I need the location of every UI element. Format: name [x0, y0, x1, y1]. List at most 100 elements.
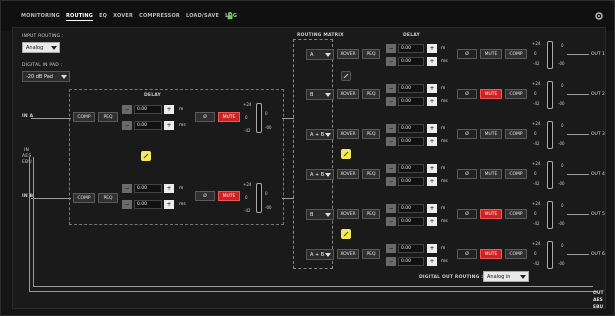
delay-m-minus-1[interactable]: − — [386, 44, 396, 53]
delay-ms-minus-6[interactable]: − — [386, 257, 396, 266]
in-b-delay-m-minus[interactable]: − — [122, 184, 132, 193]
delay-m-minus-6[interactable]: − — [386, 244, 396, 253]
digital-out-select[interactable]: Analog in — [483, 271, 529, 282]
peq-button-1[interactable]: PEQ — [362, 49, 380, 59]
delay-m-field-5[interactable]: 0.00 — [398, 204, 424, 213]
in-a-delay-ms-minus[interactable]: − — [122, 121, 132, 130]
link-button-5[interactable] — [341, 229, 351, 239]
comp-button-4[interactable]: COMP — [505, 169, 527, 179]
in-a-delay-ms-plus[interactable]: + — [164, 121, 174, 130]
delay-m-field-2[interactable]: 0.00 — [398, 84, 424, 93]
comp-button-5[interactable]: COMP — [505, 209, 527, 219]
xover-button-5[interactable]: XOVER — [337, 209, 359, 219]
delay-ms-plus-3[interactable]: + — [427, 137, 437, 146]
delay-m-field-3[interactable]: 0.00 — [398, 124, 424, 133]
in-b-delay-ms-minus[interactable]: − — [122, 200, 132, 209]
delay-ms-field-4[interactable]: 0.00 — [398, 177, 424, 186]
xover-button-1[interactable]: XOVER — [337, 49, 359, 59]
menu-compressor[interactable]: COMPRESSOR — [139, 13, 180, 21]
delay-ms-minus-5[interactable]: − — [386, 217, 396, 226]
phase-button-5[interactable]: Ø — [457, 209, 477, 219]
delay-m-plus-6[interactable]: + — [427, 244, 437, 253]
delay-ms-plus-2[interactable]: + — [427, 97, 437, 106]
source-select-6[interactable]: A + B — [306, 249, 334, 260]
in-a-delay-m-field[interactable]: 0.00 — [134, 105, 162, 114]
mute-button-6[interactable]: MUTE — [480, 249, 502, 259]
delay-ms-field-3[interactable]: 0.00 — [398, 137, 424, 146]
delay-ms-minus-4[interactable]: − — [386, 177, 396, 186]
delay-m-field-1[interactable]: 0.00 — [398, 44, 424, 53]
link-button-3[interactable] — [341, 149, 351, 159]
phase-button-2[interactable]: Ø — [457, 89, 477, 99]
peq-button-3[interactable]: PEQ — [362, 129, 380, 139]
menu-routing[interactable]: ROUTING — [65, 13, 94, 21]
delay-ms-plus-5[interactable]: + — [427, 217, 437, 226]
source-select-3[interactable]: A + B — [306, 129, 334, 140]
menu-xover[interactable]: XOVER — [113, 13, 133, 21]
in-a-delay-ms-field[interactable]: 0.00 — [134, 121, 162, 130]
delay-m-plus-2[interactable]: + — [427, 84, 437, 93]
delay-m-minus-5[interactable]: − — [386, 204, 396, 213]
delay-m-plus-5[interactable]: + — [427, 204, 437, 213]
source-select-4[interactable]: A + B — [306, 169, 334, 180]
digital-in-pad-select[interactable]: -20 dB Pad — [22, 71, 70, 82]
peq-button-4[interactable]: PEQ — [362, 169, 380, 179]
xover-button-2[interactable]: XOVER — [337, 89, 359, 99]
in-b-comp-button[interactable]: COMP — [73, 193, 95, 203]
comp-button-1[interactable]: COMP — [505, 49, 527, 59]
source-select-5[interactable]: B — [306, 209, 334, 220]
delay-m-plus-1[interactable]: + — [427, 44, 437, 53]
phase-button-4[interactable]: Ø — [457, 169, 477, 179]
in-b-mute-button[interactable]: MUTE — [218, 191, 240, 201]
in-b-delay-m-plus[interactable]: + — [164, 184, 174, 193]
delay-ms-field-2[interactable]: 0.00 — [398, 97, 424, 106]
in-a-phase-button[interactable]: Ø — [195, 112, 215, 122]
in-a-comp-button[interactable]: COMP — [73, 112, 95, 122]
xover-button-6[interactable]: XOVER — [337, 249, 359, 259]
comp-button-6[interactable]: COMP — [505, 249, 527, 259]
delay-m-minus-3[interactable]: − — [386, 124, 396, 133]
mute-button-3[interactable]: MUTE — [480, 129, 502, 139]
phase-button-1[interactable]: Ø — [457, 49, 477, 59]
comp-button-2[interactable]: COMP — [505, 89, 527, 99]
delay-m-plus-3[interactable]: + — [427, 124, 437, 133]
mute-button-2[interactable]: MUTE — [480, 89, 502, 99]
in-a-delay-m-plus[interactable]: + — [164, 105, 174, 114]
phase-button-3[interactable]: Ø — [457, 129, 477, 139]
mute-button-5[interactable]: MUTE — [480, 209, 502, 219]
menu-load-save[interactable]: LOAD/SAVE — [186, 13, 219, 21]
xover-button-4[interactable]: XOVER — [337, 169, 359, 179]
gear-icon[interactable] — [594, 11, 604, 21]
menu-eq[interactable]: EQ — [99, 13, 107, 21]
peq-button-2[interactable]: PEQ — [362, 89, 380, 99]
mute-button-1[interactable]: MUTE — [480, 49, 502, 59]
source-select-2[interactable]: B — [306, 89, 334, 100]
delay-m-field-6[interactable]: 0.00 — [398, 244, 424, 253]
xover-button-3[interactable]: XOVER — [337, 129, 359, 139]
in-b-phase-button[interactable]: Ø — [195, 191, 215, 201]
mute-button-4[interactable]: MUTE — [480, 169, 502, 179]
in-a-mute-button[interactable]: MUTE — [218, 112, 240, 122]
phase-button-6[interactable]: Ø — [457, 249, 477, 259]
comp-button-3[interactable]: COMP — [505, 129, 527, 139]
in-b-delay-ms-field[interactable]: 0.00 — [134, 200, 162, 209]
delay-m-plus-4[interactable]: + — [427, 164, 437, 173]
delay-ms-plus-4[interactable]: + — [427, 177, 437, 186]
in-a-peq-button[interactable]: PEQ — [98, 112, 118, 122]
link-ab-button[interactable] — [141, 151, 151, 161]
lock-icon[interactable] — [226, 12, 234, 20]
delay-m-minus-4[interactable]: − — [386, 164, 396, 173]
delay-ms-field-1[interactable]: 0.00 — [398, 57, 424, 66]
in-a-delay-m-minus[interactable]: − — [122, 105, 132, 114]
delay-ms-field-5[interactable]: 0.00 — [398, 217, 424, 226]
delay-ms-plus-1[interactable]: + — [427, 57, 437, 66]
delay-ms-minus-1[interactable]: − — [386, 57, 396, 66]
delay-ms-minus-2[interactable]: − — [386, 97, 396, 106]
peq-button-6[interactable]: PEQ — [362, 249, 380, 259]
in-b-delay-ms-plus[interactable]: + — [164, 200, 174, 209]
delay-m-minus-2[interactable]: − — [386, 84, 396, 93]
menu-monitoring[interactable]: MONITORING — [21, 13, 60, 21]
delay-ms-plus-6[interactable]: + — [427, 257, 437, 266]
in-b-delay-m-field[interactable]: 0.00 — [134, 184, 162, 193]
in-b-peq-button[interactable]: PEQ — [98, 193, 118, 203]
